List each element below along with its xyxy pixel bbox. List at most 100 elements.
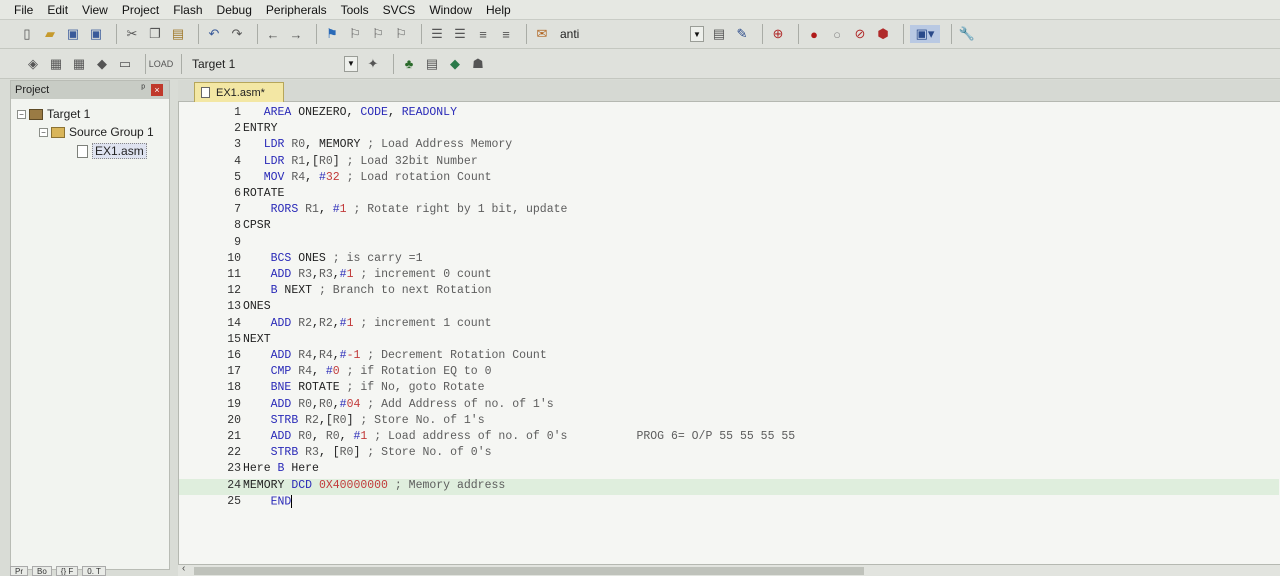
code-text[interactable]: CPSR xyxy=(243,219,271,232)
redo-icon[interactable]: ↷ xyxy=(228,25,246,43)
code-line[interactable]: 20 STRB R2,[R0] ; Store No. of 1's xyxy=(179,414,1279,430)
uncomment-icon[interactable]: ≡ xyxy=(497,25,515,43)
clear-bookmarks-icon[interactable]: ⚐ xyxy=(392,25,410,43)
manage-components-icon[interactable]: ▤ xyxy=(423,55,441,73)
find-combo[interactable]: anti xyxy=(560,27,680,41)
menu-view[interactable]: View xyxy=(82,3,108,17)
find-icon[interactable]: ▤ xyxy=(710,25,728,43)
translate-icon[interactable]: ◈ xyxy=(24,55,42,73)
select-packs-icon[interactable]: ◆ xyxy=(446,55,464,73)
stop-build-icon[interactable]: ▭ xyxy=(116,55,134,73)
code-text[interactable]: ADD R3,R3,#1 ; increment 0 count xyxy=(243,268,492,281)
code-text[interactable]: ADD R4,R4,#-1 ; Decrement Rotation Count xyxy=(243,349,547,362)
code-line[interactable]: 17 CMP R4, #0 ; if Rotation EQ to 0 xyxy=(179,365,1279,381)
menu-window[interactable]: Window xyxy=(429,3,472,17)
unindent-icon[interactable]: ☰ xyxy=(451,25,469,43)
disable-breakpoints-icon[interactable]: ⊘ xyxy=(851,25,869,43)
code-line[interactable]: 14 ADD R2,R2,#1 ; increment 1 count xyxy=(179,317,1279,333)
menu-file[interactable]: File xyxy=(14,3,33,17)
debug-session-icon[interactable]: ⊕ xyxy=(769,25,787,43)
comment-icon[interactable]: ≡ xyxy=(474,25,492,43)
close-icon[interactable]: × xyxy=(151,84,163,96)
code-line[interactable]: 22 STRB R3, [R0] ; Store No. of 0's xyxy=(179,446,1279,462)
code-line[interactable]: 10 BCS ONES ; is carry =1 xyxy=(179,252,1279,268)
pack-installer-icon[interactable]: ☗ xyxy=(469,55,487,73)
save-icon[interactable]: ▣ xyxy=(64,25,82,43)
indent-icon[interactable]: ☰ xyxy=(428,25,446,43)
code-line[interactable]: 6 ROTATE xyxy=(179,187,1279,203)
code-text[interactable]: ENTRY xyxy=(243,122,278,135)
next-bookmark-icon[interactable]: ⚐ xyxy=(369,25,387,43)
code-line[interactable]: 18 BNE ROTATE ; if No, goto Rotate xyxy=(179,381,1279,397)
rebuild-icon[interactable]: ▦ xyxy=(70,55,88,73)
scrollbar-thumb[interactable] xyxy=(194,567,864,575)
code-text[interactable]: CMP R4, #0 ; if Rotation EQ to 0 xyxy=(243,365,492,378)
menu-tools[interactable]: Tools xyxy=(341,3,369,17)
code-text[interactable]: ADD R0, R0, #1 ; Load address of no. of … xyxy=(243,430,796,443)
code-editor[interactable]: 1 AREA ONEZERO, CODE, READONLY 2 ENTRY 3 LD… xyxy=(178,102,1280,564)
menu-edit[interactable]: Edit xyxy=(47,3,68,17)
tree-node-file[interactable]: EX1.asm xyxy=(77,143,147,159)
code-line[interactable]: 16 ADD R4,R4,#-1 ; Decrement Rotation Co… xyxy=(179,349,1279,365)
menu-svcs[interactable]: SVCS xyxy=(383,3,416,17)
code-text[interactable]: MEMORY DCD 0X40000000 ; Memory address xyxy=(243,479,505,492)
bookmark-icon[interactable]: ⚑ xyxy=(323,25,341,43)
code-line[interactable]: 21 ADD R0, R0, #1 ; Load address of no. … xyxy=(179,430,1279,446)
code-text[interactable]: LDR R0, MEMORY ; Load Address Memory xyxy=(243,138,513,151)
code-text[interactable]: ADD R0,R0,#04 ; Add Address of no. of 1'… xyxy=(243,398,554,411)
code-text[interactable]: RORS R1, #1 ; Rotate right by 1 bit, upd… xyxy=(243,203,568,216)
code-line[interactable]: 13 ONES xyxy=(179,300,1279,316)
code-line[interactable]: 3 LDR R0, MEMORY ; Load Address Memory xyxy=(179,138,1279,154)
insert-breakpoint-icon[interactable]: ● xyxy=(805,25,823,43)
tab-project[interactable]: Pr xyxy=(10,566,28,576)
enable-breakpoint-icon[interactable]: ○ xyxy=(828,25,846,43)
code-line[interactable]: 9 xyxy=(179,236,1279,252)
code-text[interactable]: END xyxy=(243,494,293,508)
menu-debug[interactable]: Debug xyxy=(217,3,252,17)
save-all-icon[interactable]: ▣ xyxy=(87,25,105,43)
find-dropdown-icon[interactable]: ▼ xyxy=(690,26,704,42)
tree-node-source-group[interactable]: − Source Group 1 xyxy=(39,125,154,139)
target-options-icon[interactable]: ✦ xyxy=(364,55,382,73)
new-file-icon[interactable]: ▯ xyxy=(18,25,36,43)
navigate-forward-icon[interactable]: → xyxy=(287,25,305,43)
code-text[interactable]: ONES xyxy=(243,300,271,313)
tab-books[interactable]: Bo xyxy=(32,566,52,576)
code-line[interactable]: 11 ADD R3,R3,#1 ; increment 0 count xyxy=(179,268,1279,284)
code-text[interactable]: AREA ONEZERO, CODE, READONLY xyxy=(243,106,457,119)
code-line[interactable]: 24 MEMORY DCD 0X40000000 ; Memory address xyxy=(179,478,1279,495)
code-line[interactable]: 15 NEXT xyxy=(179,333,1279,349)
code-line[interactable]: 7 RORS R1, #1 ; Rotate right by 1 bit, u… xyxy=(179,203,1279,219)
code-text[interactable]: STRB R3, [R0] ; Store No. of 0's xyxy=(243,446,492,459)
file-extensions-icon[interactable]: ♣ xyxy=(400,55,418,73)
code-line[interactable]: 5 MOV R4, #32 ; Load rotation Count xyxy=(179,171,1279,187)
code-text[interactable]: ROTATE xyxy=(243,187,284,200)
undo-icon[interactable]: ↶ xyxy=(205,25,223,43)
code-text[interactable]: BCS ONES ; is carry =1 xyxy=(243,252,423,265)
tree-node-target[interactable]: − Target 1 xyxy=(17,107,90,121)
code-text[interactable]: STRB R2,[R0] ; Store No. of 1's xyxy=(243,414,485,427)
tab-templates[interactable]: 0. T xyxy=(82,566,106,576)
code-text[interactable]: NEXT xyxy=(243,333,271,346)
code-line[interactable]: 2 ENTRY xyxy=(179,122,1279,138)
collapse-icon[interactable]: − xyxy=(39,127,48,137)
code-text[interactable]: Here B Here xyxy=(243,462,319,475)
kill-breakpoints-icon[interactable]: ⬢ xyxy=(874,25,892,43)
menu-flash[interactable]: Flash xyxy=(173,3,202,17)
batch-build-icon[interactable]: ◆ xyxy=(93,55,111,73)
find-in-files-icon[interactable]: ✉ xyxy=(533,25,551,43)
menu-project[interactable]: Project xyxy=(122,3,159,17)
configure-icon[interactable]: 🔧 xyxy=(958,25,976,43)
code-line[interactable]: 23 Here B Here xyxy=(179,462,1279,478)
tab-functions[interactable]: {} F xyxy=(55,566,79,576)
code-line[interactable]: 1 AREA ONEZERO, CODE, READONLY xyxy=(179,106,1279,122)
target-dropdown-icon[interactable]: ▼ xyxy=(344,55,358,72)
menu-help[interactable]: Help xyxy=(486,3,511,17)
collapse-icon[interactable]: − xyxy=(17,109,26,119)
cut-icon[interactable]: ✂ xyxy=(123,25,141,43)
incremental-find-icon[interactable]: ✎ xyxy=(733,25,751,43)
target-select[interactable]: Target 1 xyxy=(188,54,338,74)
scroll-left-icon[interactable]: ‹ xyxy=(182,563,185,574)
code-line[interactable]: 12 B NEXT ; Branch to next Rotation xyxy=(179,284,1279,300)
tab-ex1-asm[interactable]: EX1.asm* xyxy=(194,82,284,102)
